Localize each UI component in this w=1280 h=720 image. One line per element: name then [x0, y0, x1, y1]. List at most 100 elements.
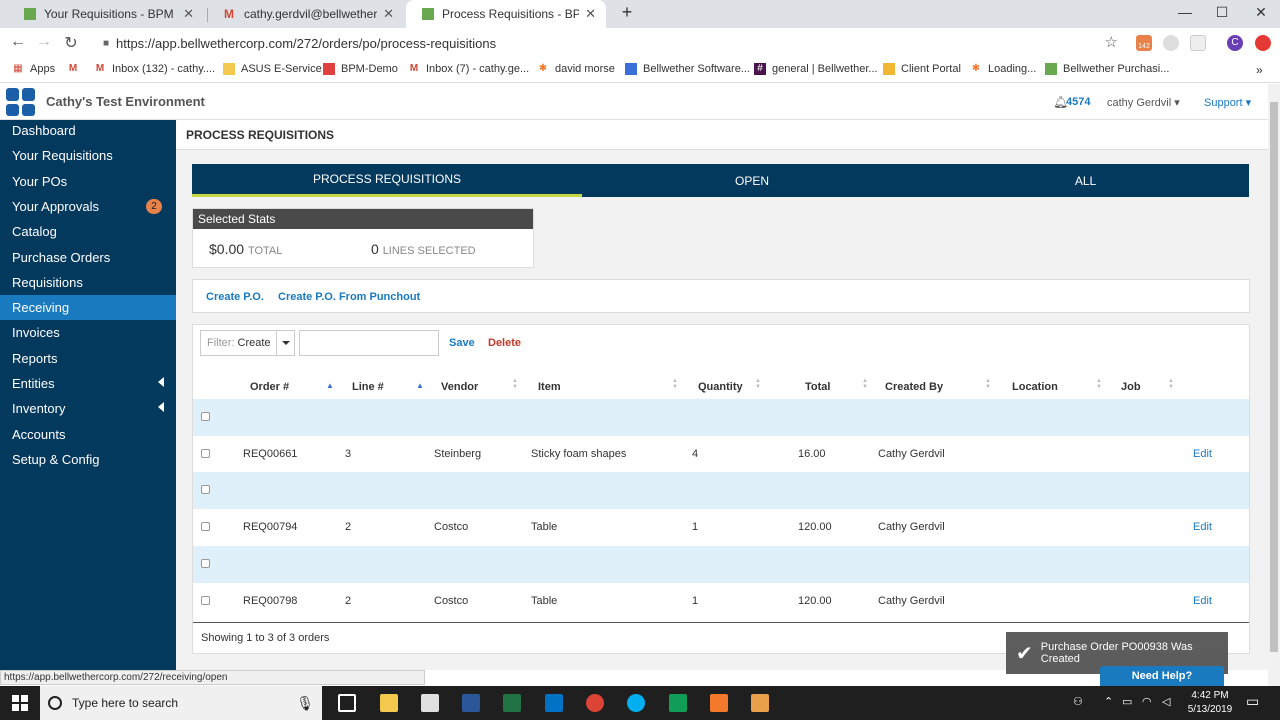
- filter-name-input[interactable]: [299, 330, 439, 356]
- sort-icon[interactable]: ▲▼: [755, 378, 761, 390]
- close-tab-icon[interactable]: ✕: [383, 6, 394, 22]
- sidebar-item[interactable]: Your Approvals 2: [0, 194, 176, 219]
- bookmark-loading[interactable]: ✱ Loading...: [970, 63, 1037, 75]
- column-header[interactable]: Quantity: [698, 381, 743, 393]
- taskbar-search-box[interactable]: Type here to search 🎙︎: [40, 686, 322, 720]
- column-header[interactable]: Job: [1121, 381, 1141, 393]
- wifi-icon[interactable]: ◠: [1142, 695, 1152, 708]
- new-tab-button[interactable]: +: [612, 2, 642, 23]
- tab-process-requisitions[interactable]: PROCESS REQUISITIONS: [192, 164, 582, 197]
- bellwether-logo-icon[interactable]: [6, 88, 36, 116]
- browser-tab-process-requisitions[interactable]: Process Requisitions - BPM ✕: [406, 0, 606, 28]
- microphone-icon[interactable]: 🎙︎: [296, 695, 314, 712]
- address-bar[interactable]: ■ https://app.bellwethercorp.com/272/ord…: [90, 31, 1130, 55]
- maximize-button[interactable]: ☐: [1207, 4, 1237, 21]
- column-header[interactable]: Order #: [250, 381, 289, 393]
- column-header[interactable]: Location: [1012, 381, 1058, 393]
- sort-icon[interactable]: ▲▼: [512, 378, 518, 390]
- back-arrow-icon[interactable]: ←: [8, 33, 28, 51]
- taskbar-clock[interactable]: 4:42 PM 5/13/2019: [1185, 689, 1235, 717]
- caret-left-icon[interactable]: [158, 377, 164, 387]
- close-tab-icon[interactable]: ✕: [585, 6, 596, 22]
- sidebar-item[interactable]: Dashboard: [0, 118, 176, 143]
- delete-filter-button[interactable]: Delete: [488, 337, 521, 349]
- save-filter-button[interactable]: Save: [449, 337, 475, 349]
- sidebar-item[interactable]: Setup & Config: [0, 447, 176, 472]
- profile-avatar[interactable]: C: [1227, 35, 1243, 51]
- sidebar-item[interactable]: Reports: [0, 346, 176, 371]
- need-help-button[interactable]: Need Help?: [1100, 666, 1224, 686]
- column-header[interactable]: Created By: [885, 381, 943, 393]
- sort-icon[interactable]: ▲: [416, 381, 424, 390]
- task-view-icon[interactable]: [338, 694, 356, 712]
- row-checkbox[interactable]: [201, 448, 210, 458]
- row-checkbox[interactable]: [201, 412, 210, 421]
- sidebar-item[interactable]: Accounts: [0, 422, 176, 447]
- sidebar-item[interactable]: Purchase Orders: [0, 245, 176, 270]
- row-checkbox[interactable]: [201, 558, 210, 568]
- row-checkbox[interactable]: [201, 595, 210, 605]
- bookmark-star-icon[interactable]: ☆: [1105, 33, 1118, 51]
- row-checkbox[interactable]: [201, 522, 210, 532]
- minimize-button[interactable]: —: [1170, 4, 1200, 20]
- browser-tab-gmail[interactable]: M cathy.gerdvil@bellwethercorp.co ✕: [208, 0, 404, 28]
- column-header[interactable]: Item: [538, 381, 561, 393]
- excel-icon[interactable]: [503, 694, 521, 712]
- reload-icon[interactable]: ↻: [61, 33, 81, 53]
- windows-start-icon[interactable]: [12, 695, 28, 711]
- bookmark-bellwether-purchasing[interactable]: Bellwether Purchasi...: [1045, 63, 1169, 75]
- close-tab-icon[interactable]: ✕: [183, 6, 194, 22]
- sort-icon[interactable]: ▲▼: [862, 378, 868, 390]
- create-po-link[interactable]: Create P.O.: [206, 291, 264, 303]
- extension-circle-icon[interactable]: [1163, 35, 1179, 51]
- google-drive-icon[interactable]: [669, 694, 687, 712]
- bookmark-asus[interactable]: ASUS E-Service: [223, 63, 322, 75]
- close-window-button[interactable]: ✕: [1246, 4, 1276, 21]
- bookmark-inbox-132[interactable]: M Inbox (132) - cathy....: [94, 63, 215, 75]
- sidebar-item[interactable]: Receiving: [0, 295, 176, 321]
- outlook-icon[interactable]: [545, 694, 563, 712]
- chrome-icon[interactable]: [586, 694, 604, 712]
- sort-icon[interactable]: ▲▼: [1168, 378, 1174, 390]
- bookmark-bellwether-software[interactable]: Bellwether Software...: [625, 63, 750, 75]
- sort-icon[interactable]: ▲▼: [672, 378, 678, 390]
- scrollbar-thumb[interactable]: [1270, 102, 1278, 652]
- bookmark-client-portal[interactable]: Client Portal: [883, 63, 961, 75]
- browser-tab-your-requisitions[interactable]: Your Requisitions - BPM ✕: [8, 0, 204, 28]
- battery-icon[interactable]: ▭: [1122, 695, 1132, 708]
- user-menu[interactable]: cathy Gerdvil ▾: [1107, 96, 1180, 109]
- extension-badge-icon[interactable]: 142: [1136, 35, 1152, 51]
- sidebar-item[interactable]: Entities: [0, 371, 176, 396]
- forward-arrow-icon[interactable]: →: [34, 33, 54, 51]
- edit-link[interactable]: Edit: [1193, 595, 1212, 607]
- column-header[interactable]: Line #: [352, 381, 384, 393]
- extension-red-icon[interactable]: [1255, 35, 1271, 51]
- sidebar-item[interactable]: Inventory: [0, 396, 176, 421]
- app-icon-1[interactable]: [710, 694, 728, 712]
- caret-left-icon[interactable]: [158, 402, 164, 413]
- edit-link[interactable]: Edit: [1193, 448, 1212, 460]
- bookmark-bpm-demo[interactable]: BPM-Demo: [323, 63, 398, 75]
- table-row[interactable]: REQ00798 2 Costco Table 1 120.00 Cathy Gerdvil…: [193, 583, 1249, 620]
- volume-icon[interactable]: ◁: [1162, 695, 1170, 708]
- sort-icon[interactable]: ▲: [326, 381, 334, 390]
- bookmark-general-slack[interactable]: # general | Bellwether...: [754, 63, 878, 75]
- sidebar-item[interactable]: Your Requisitions: [0, 143, 176, 168]
- word-icon[interactable]: [462, 694, 480, 712]
- bookmark-inbox-7[interactable]: M Inbox (7) - cathy.ge...: [408, 63, 529, 75]
- sidebar-item[interactable]: Your POs: [0, 169, 176, 194]
- page-scrollbar[interactable]: [1268, 84, 1280, 686]
- notification-count[interactable]: 4574: [1066, 96, 1090, 108]
- action-center-icon[interactable]: ▭: [1246, 693, 1259, 710]
- app-icon-2[interactable]: [751, 694, 769, 712]
- column-header[interactable]: Total: [805, 381, 830, 393]
- people-icon[interactable]: ⚇: [1073, 695, 1083, 708]
- support-menu[interactable]: Support ▾: [1204, 96, 1251, 109]
- sidebar-item[interactable]: Requisitions: [0, 270, 176, 295]
- sort-icon[interactable]: ▲▼: [985, 378, 991, 390]
- row-checkbox[interactable]: [201, 485, 210, 495]
- skype-icon[interactable]: [627, 694, 645, 712]
- extension-g-icon[interactable]: [1190, 35, 1206, 51]
- bookmarks-overflow-icon[interactable]: »: [1256, 63, 1263, 77]
- bookmark-david-morse[interactable]: ✱ david morse: [537, 63, 615, 75]
